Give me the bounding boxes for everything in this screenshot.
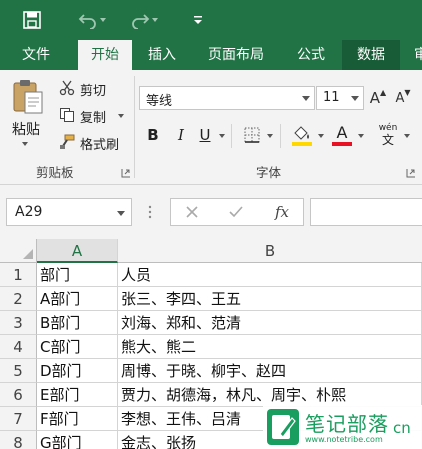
- row-header[interactable]: 8: [0, 431, 37, 449]
- ribbon-tabs: 文件 开始 插入 页面布局 公式 数据 审: [0, 40, 422, 70]
- customize-quick-access-icon[interactable]: [186, 8, 210, 32]
- cell-a1[interactable]: 部门: [37, 263, 118, 287]
- font-size-dropdown-icon[interactable]: [351, 96, 359, 101]
- notebook-logo-icon: [266, 408, 300, 446]
- row-header[interactable]: 3: [0, 311, 37, 335]
- cell-a2[interactable]: A部门: [37, 287, 118, 311]
- paste-icon[interactable]: [10, 78, 46, 116]
- cell-b1[interactable]: 人员: [118, 263, 422, 287]
- name-box[interactable]: A29: [6, 198, 132, 226]
- copy-icon[interactable]: [58, 106, 76, 124]
- row-header[interactable]: 2: [0, 287, 37, 311]
- formula-input[interactable]: [310, 198, 422, 226]
- insert-function-button[interactable]: fx: [271, 201, 293, 223]
- cell-b5[interactable]: 周博、于晓、柳宇、赵四: [118, 359, 422, 383]
- cell-a4[interactable]: C部门: [37, 335, 118, 359]
- row-header[interactable]: 4: [0, 335, 37, 359]
- fill-color-dropdown-icon[interactable]: [318, 134, 324, 138]
- borders-dropdown-icon[interactable]: [267, 134, 273, 138]
- cut-button[interactable]: 剪切: [80, 80, 106, 99]
- grow-font-icon[interactable]: A ▲: [369, 86, 387, 110]
- cell-a8[interactable]: G部门: [37, 431, 118, 449]
- cell-a6[interactable]: E部门: [37, 383, 118, 407]
- borders-icon[interactable]: [242, 125, 262, 145]
- tab-home[interactable]: 开始: [78, 40, 132, 70]
- title-bar: [0, 0, 422, 40]
- row-header[interactable]: 1: [0, 263, 37, 287]
- row-header[interactable]: 7: [0, 407, 37, 431]
- tab-data[interactable]: 数据: [342, 40, 400, 70]
- font-size-combo[interactable]: 11: [316, 86, 364, 110]
- phonetic-dropdown-icon[interactable]: [404, 134, 410, 138]
- clipboard-launcher-icon[interactable]: [121, 167, 131, 178]
- bold-button[interactable]: B: [144, 124, 162, 146]
- font-color-dropdown-icon[interactable]: [358, 134, 364, 138]
- paste-dropdown-icon[interactable]: [22, 142, 28, 146]
- tab-formulas[interactable]: 公式: [287, 40, 335, 70]
- name-box-value: A29: [15, 204, 43, 220]
- cut-icon[interactable]: [58, 79, 76, 97]
- font-launcher-icon[interactable]: [406, 167, 416, 178]
- watermark-suffix: cn: [393, 419, 411, 437]
- watermark: 笔记部落 cn www.notetribe.com: [263, 405, 422, 449]
- cell-b6[interactable]: 贾力、胡德海，林凡、周宇、朴熙: [118, 383, 422, 407]
- copy-button[interactable]: 复制: [80, 107, 106, 126]
- toolbar-divider: [280, 124, 281, 148]
- cell-b2[interactable]: 张三、李四、王五: [118, 287, 422, 311]
- underline-button[interactable]: U: [196, 124, 214, 146]
- watermark-title: 笔记部落: [305, 412, 389, 436]
- font-group-label: 字体: [256, 165, 282, 180]
- cell-b4[interactable]: 熊大、熊二: [118, 335, 422, 359]
- font-size-value: 11: [323, 90, 340, 105]
- row-header[interactable]: 5: [0, 359, 37, 383]
- copy-dropdown-icon[interactable]: [118, 114, 124, 118]
- cell-a3[interactable]: B部门: [37, 311, 118, 335]
- splitter-handle-icon[interactable]: [148, 203, 152, 221]
- group-divider: [134, 76, 135, 178]
- italic-button[interactable]: I: [172, 124, 190, 146]
- tab-insert[interactable]: 插入: [138, 40, 186, 70]
- save-icon[interactable]: [20, 8, 44, 32]
- column-header-a[interactable]: A: [37, 239, 118, 263]
- cancel-icon[interactable]: [183, 203, 201, 221]
- redo-dropdown-icon[interactable]: [148, 8, 162, 32]
- phonetic-icon[interactable]: wén 文: [376, 122, 400, 148]
- cell-b3[interactable]: 刘海、郑和、范清: [118, 311, 422, 335]
- cell-a7[interactable]: F部门: [37, 407, 118, 431]
- format-painter-icon[interactable]: [58, 133, 76, 151]
- font-name-combo[interactable]: 等线: [139, 86, 315, 110]
- tab-page-layout[interactable]: 页面布局: [198, 40, 274, 70]
- row-header[interactable]: 6: [0, 383, 37, 407]
- cell-a5[interactable]: D部门: [37, 359, 118, 383]
- name-box-dropdown-icon[interactable]: [117, 211, 125, 216]
- tab-file[interactable]: 文件: [12, 40, 60, 70]
- formula-bar: A29 fx: [0, 185, 422, 239]
- toolbar-divider: [231, 124, 232, 148]
- fill-color-icon[interactable]: [290, 122, 314, 148]
- font-color-icon[interactable]: A: [330, 122, 354, 148]
- formula-buttons: fx: [170, 198, 304, 226]
- ribbon-home: 粘贴 剪切 复制 格式刷 剪贴板 等线 11 A ▲ A ▼ B I U A w…: [0, 70, 422, 185]
- tab-review[interactable]: 审: [404, 40, 422, 70]
- format-painter-button[interactable]: 格式刷: [80, 134, 119, 153]
- select-all-corner[interactable]: [0, 239, 37, 263]
- clipboard-group-label: 剪贴板: [36, 165, 74, 180]
- column-header-b[interactable]: B: [118, 239, 422, 263]
- watermark-url: www.notetribe.com: [305, 435, 383, 444]
- enter-check-icon[interactable]: [227, 203, 245, 221]
- shrink-font-icon[interactable]: A ▼: [394, 86, 412, 110]
- font-name-value: 等线: [146, 94, 173, 109]
- paste-button[interactable]: 粘贴: [12, 119, 40, 139]
- underline-dropdown-icon[interactable]: [219, 134, 225, 138]
- undo-dropdown-icon[interactable]: [96, 8, 110, 32]
- font-name-dropdown-icon[interactable]: [302, 96, 310, 101]
- select-all-icon: [23, 249, 33, 259]
